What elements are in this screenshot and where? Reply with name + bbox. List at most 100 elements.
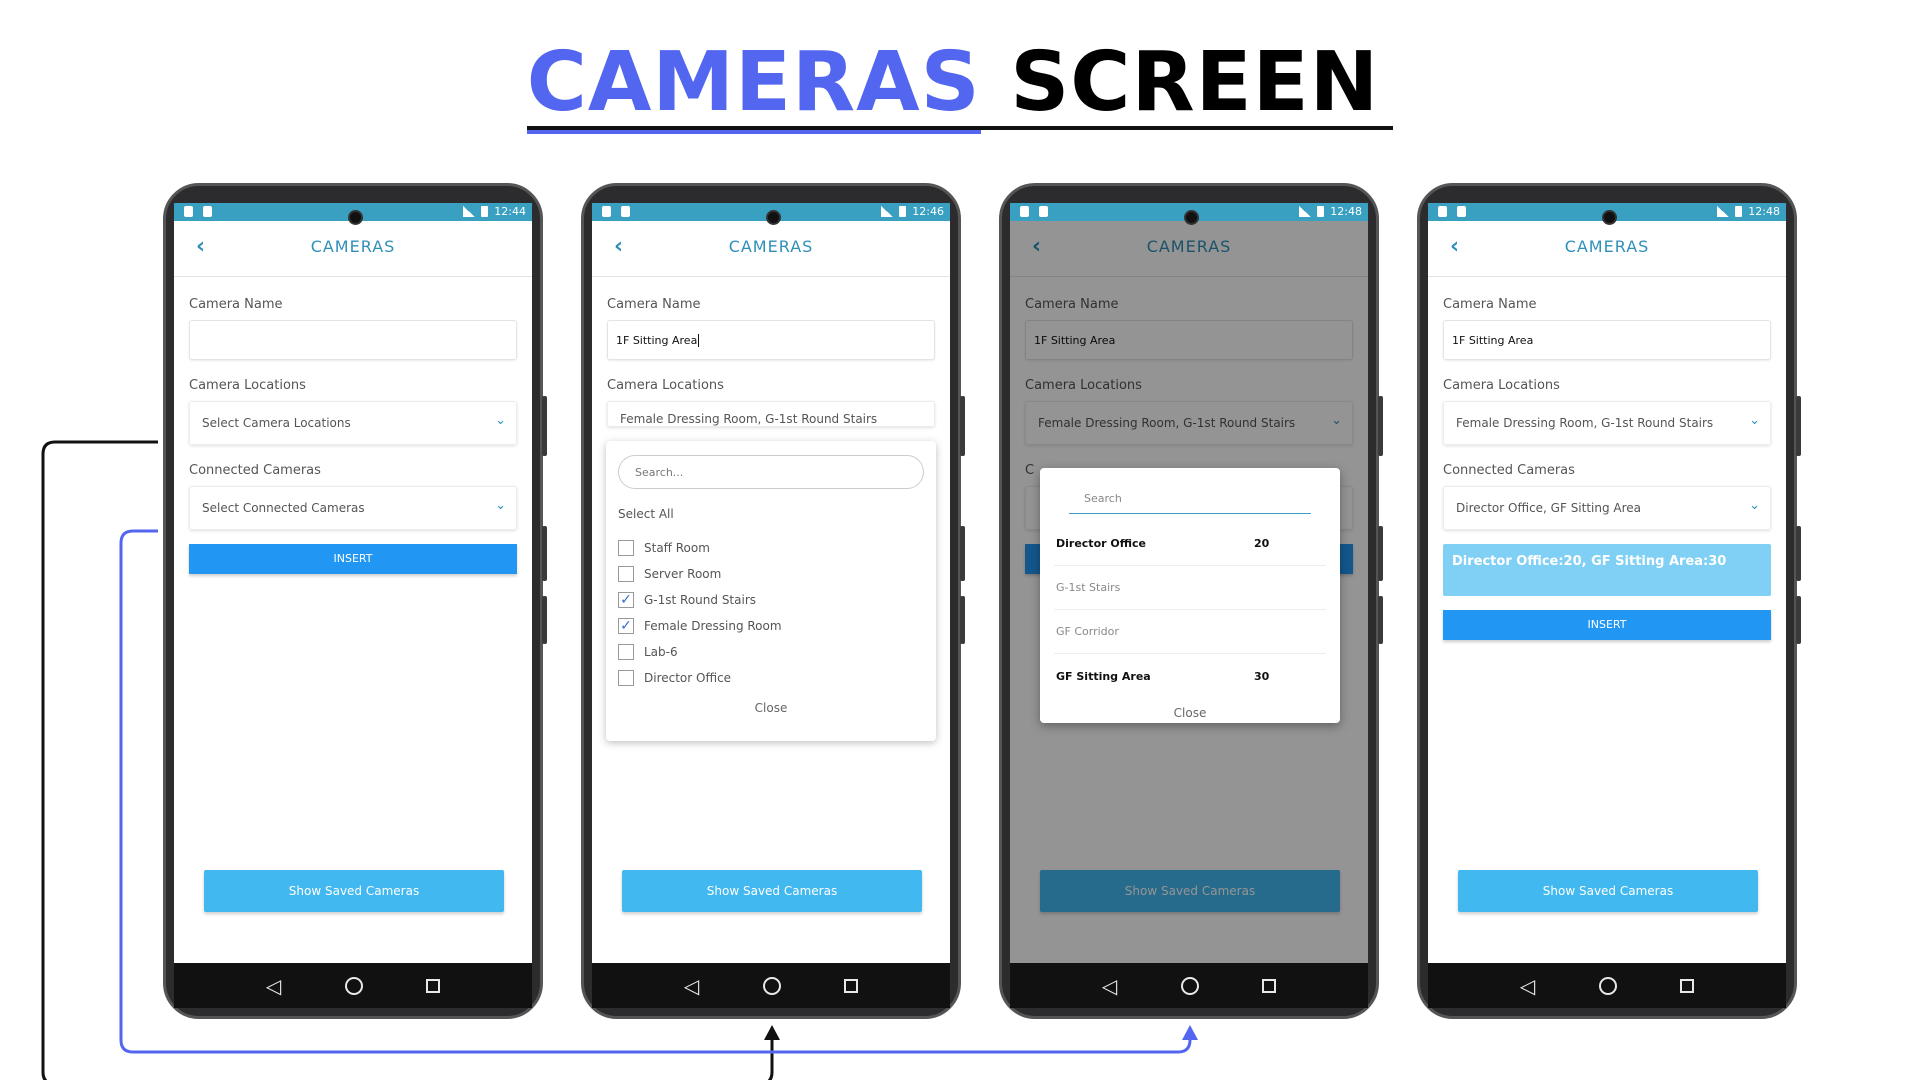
show-saved-cameras-button[interactable]: Show Saved Cameras	[204, 870, 504, 912]
page-title: CAMERAS SCREEN	[0, 35, 1920, 134]
phone-2: 12:46 ‹ CAMERAS Camera Name 1F Sitting A…	[581, 183, 965, 1019]
dropdown-option[interactable]: Director Office	[618, 665, 924, 691]
dropdown-option[interactable]: Lab-6	[618, 639, 924, 665]
screen-4: 12:48 ‹ CAMERAS Camera Name 1F Sitting A…	[1428, 203, 1786, 963]
nav-recents-icon[interactable]	[426, 978, 441, 993]
option-label: G-1st Round Stairs	[644, 593, 757, 607]
show-saved-cameras-button[interactable]: Show Saved Cameras	[1458, 870, 1758, 912]
checkbox[interactable]	[618, 670, 634, 686]
nav-recents-icon[interactable]	[844, 978, 859, 993]
nav-home-icon[interactable]	[1180, 976, 1199, 995]
camera-locations-label: Camera Locations	[1443, 378, 1560, 393]
camera-locations-select[interactable]: Female Dressing Room, G-1st Round Stairs…	[1443, 401, 1771, 445]
phone-4: 12:48 ‹ CAMERAS Camera Name 1F Sitting A…	[1417, 183, 1801, 1019]
phone-1: 12:44 ‹ CAMERAS Camera Name Camera Locat…	[163, 183, 547, 1019]
select-all-option[interactable]: Select All	[618, 507, 924, 521]
camera-name-label: Camera Name	[1443, 297, 1537, 312]
camera-locations-select[interactable]: Female Dressing Room, G-1st Round Stairs	[607, 401, 935, 427]
nav-back-icon[interactable]: ◁	[1520, 974, 1535, 998]
row-value[interactable]: 20	[1254, 537, 1269, 550]
connected-cameras-value: Director Office, GF Sitting Area	[1456, 501, 1642, 515]
modal-row[interactable]: GF Sitting Area 30	[1054, 654, 1326, 698]
option-label: Staff Room	[644, 541, 710, 555]
dropdown-option[interactable]: Staff Room	[618, 535, 924, 561]
camera-locations-select[interactable]: Select Camera Locations ⌄	[189, 401, 517, 445]
front-camera	[348, 210, 363, 225]
status-time: 12:46	[912, 205, 944, 218]
dropdown-option[interactable]: Server Room	[618, 561, 924, 587]
chevron-down-icon: ⌄	[495, 498, 506, 513]
chevron-down-icon: ⌄	[1749, 413, 1760, 428]
chevron-down-icon: ⌄	[495, 413, 506, 428]
status-time: 12:48	[1330, 205, 1362, 218]
connected-cameras-label: Connected Cameras	[189, 463, 321, 478]
dropdown-option[interactable]: ✓ Female Dressing Room	[618, 613, 924, 639]
camera-name-input[interactable]: 1F Sitting Area	[1443, 320, 1771, 360]
insert-button[interactable]: INSERT	[1443, 610, 1771, 640]
close-button[interactable]: Close	[618, 701, 924, 715]
battery-icon	[481, 206, 489, 217]
option-label: Lab-6	[644, 645, 678, 659]
app-bar: ‹ CAMERAS	[174, 221, 532, 277]
row-name: GF Sitting Area	[1056, 669, 1151, 683]
nav-back-icon[interactable]: ◁	[266, 974, 281, 998]
signal-icon	[1299, 206, 1312, 217]
app-bar: ‹ CAMERAS	[592, 221, 950, 277]
checkbox-checked[interactable]: ✓	[618, 618, 634, 634]
show-saved-cameras-button[interactable]: Show Saved Cameras	[622, 870, 922, 912]
camera-name-input[interactable]: 1F Sitting Area	[607, 320, 935, 360]
signal-icon	[1717, 206, 1730, 217]
connected-cameras-label: Connected Cameras	[1443, 463, 1575, 478]
camera-name-value: 1F Sitting Area	[616, 334, 698, 347]
screen-2: 12:46 ‹ CAMERAS Camera Name 1F Sitting A…	[592, 203, 950, 963]
connected-cameras-summary: Director Office:20, GF Sitting Area:30	[1443, 544, 1771, 596]
row-value[interactable]: 30	[1254, 670, 1269, 683]
blue-arrowhead	[1182, 1025, 1198, 1040]
status-time: 12:48	[1748, 205, 1780, 218]
camera-name-label: Camera Name	[607, 297, 701, 312]
title-screen: SCREEN	[1010, 35, 1380, 130]
battery-icon	[1735, 206, 1743, 217]
row-name: Director Office	[1056, 537, 1146, 550]
title-cameras: CAMERAS	[526, 35, 981, 134]
status-time: 12:44	[494, 205, 526, 218]
nav-home-icon[interactable]	[344, 976, 363, 995]
insert-button[interactable]: INSERT	[189, 544, 517, 574]
front-camera	[766, 210, 781, 225]
modal-search-input[interactable]: Search	[1069, 482, 1311, 514]
camera-locations-value: Select Camera Locations	[202, 416, 351, 430]
nav-recents-icon[interactable]	[1262, 978, 1277, 993]
dropdown-search-input[interactable]: Search...	[618, 455, 924, 489]
checkbox[interactable]	[618, 540, 634, 556]
signal-icon	[881, 206, 894, 217]
camera-name-input[interactable]	[189, 320, 517, 360]
checkbox[interactable]	[618, 566, 634, 582]
nav-bar: ◁	[592, 963, 950, 1008]
nav-home-icon[interactable]	[762, 976, 781, 995]
nav-back-icon[interactable]: ◁	[1102, 974, 1117, 998]
screen-3: 12:48 ‹ CAMERAS Camera Name 1F Sitting A…	[1010, 203, 1368, 963]
dropdown-option[interactable]: ✓ G-1st Round Stairs	[618, 587, 924, 613]
connected-cameras-value: Select Connected Cameras	[202, 501, 365, 515]
connected-cameras-select[interactable]: Select Connected Cameras ⌄	[189, 486, 517, 530]
close-button[interactable]: Close	[1054, 706, 1326, 720]
checkbox-checked[interactable]: ✓	[618, 592, 634, 608]
connected-cameras-select[interactable]: Director Office, GF Sitting Area ⌄	[1443, 486, 1771, 530]
row-name: G-1st Stairs	[1056, 581, 1121, 594]
app-title: CAMERAS	[310, 237, 396, 256]
option-label: Server Room	[644, 567, 722, 581]
black-arrowhead	[764, 1025, 780, 1040]
modal-row[interactable]: GF Corridor	[1054, 610, 1326, 654]
modal-row[interactable]: G-1st Stairs	[1054, 566, 1326, 610]
nav-bar: ◁	[174, 963, 532, 1008]
nav-recents-icon[interactable]	[1680, 978, 1695, 993]
battery-icon	[1317, 206, 1325, 217]
front-camera	[1602, 210, 1617, 225]
nav-bar: ◁	[1010, 963, 1368, 1008]
checkbox[interactable]	[618, 644, 634, 660]
app-bar: ‹ CAMERAS	[1428, 221, 1786, 277]
nav-home-icon[interactable]	[1598, 976, 1617, 995]
modal-row[interactable]: Director Office 20	[1054, 522, 1326, 566]
nav-back-icon[interactable]: ◁	[684, 974, 699, 998]
connected-cameras-modal: Search Director Office 20 G-1st Stairs GF…	[1040, 468, 1340, 723]
